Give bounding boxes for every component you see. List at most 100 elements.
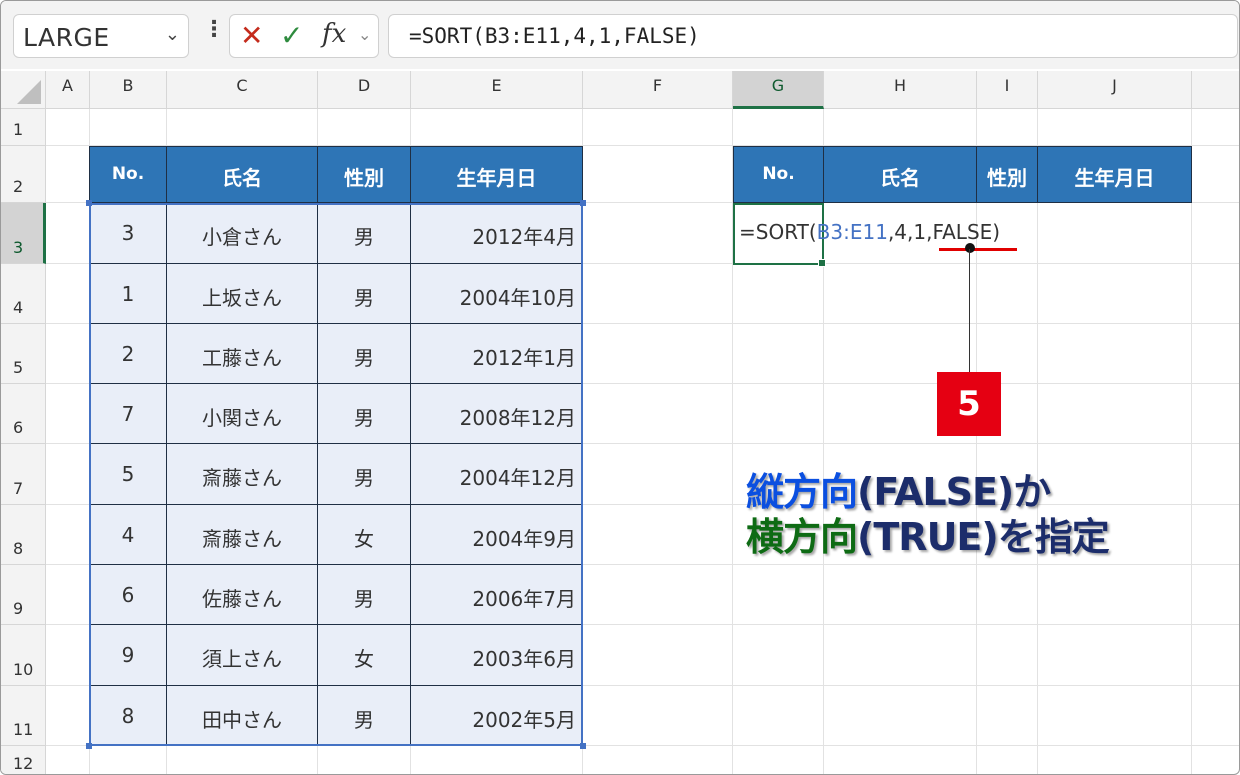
excel-window: LARGE ⌄ ⋮ ✕ ✓ fx ⌄ =SORT(B3:E11,4,1,FALS…	[0, 0, 1240, 775]
table-cell[interactable]: 男	[318, 264, 411, 324]
output-header-name[interactable]: 氏名	[824, 146, 977, 203]
table-cell[interactable]: 小関さん	[167, 384, 318, 444]
check-icon[interactable]: ✓	[280, 19, 303, 52]
table-cell[interactable]: 1	[89, 264, 167, 324]
gridline	[976, 109, 977, 774]
table-cell[interactable]: 8	[89, 686, 167, 746]
callout-horizontal: 横方向	[746, 515, 858, 559]
gridline	[1191, 109, 1192, 774]
connector-line	[969, 249, 970, 372]
table-cell[interactable]: 2003年6月	[411, 625, 583, 686]
formula-prefix: =SORT(	[739, 220, 817, 244]
table-cell[interactable]: 小倉さん	[167, 203, 318, 264]
column-header-g[interactable]: G	[733, 71, 824, 109]
formula-range-ref: B3:E11	[816, 220, 888, 244]
table-cell[interactable]: 上坂さん	[167, 264, 318, 324]
table-cell[interactable]: 女	[318, 505, 411, 565]
formula-bar: LARGE ⌄ ⋮ ✕ ✓ fx ⌄ =SORT(B3:E11,4,1,FALS…	[1, 1, 1239, 69]
select-all-button[interactable]	[1, 71, 46, 109]
table-cell[interactable]: 2006年7月	[411, 565, 583, 625]
output-header-gender[interactable]: 性別	[977, 146, 1038, 203]
table-cell[interactable]: 斎藤さん	[167, 505, 318, 565]
chevron-down-icon[interactable]: ⌄	[165, 24, 180, 45]
range-handle[interactable]	[86, 743, 92, 749]
row-header-5[interactable]: 5	[1, 324, 46, 384]
source-header-no[interactable]: No.	[89, 146, 167, 203]
name-box-value: LARGE	[23, 23, 110, 52]
table-cell[interactable]: 男	[318, 565, 411, 625]
table-cell[interactable]: 9	[89, 625, 167, 686]
row-header-7[interactable]: 7	[1, 444, 46, 505]
table-cell[interactable]: 2012年4月	[411, 203, 583, 264]
column-header-f[interactable]: F	[583, 71, 733, 109]
range-handle[interactable]	[86, 200, 92, 206]
table-cell[interactable]: 田中さん	[167, 686, 318, 746]
table-cell[interactable]: 男	[318, 203, 411, 264]
table-cell[interactable]: 男	[318, 324, 411, 384]
column-header-j[interactable]: J	[1038, 71, 1192, 109]
close-icon[interactable]: ✕	[240, 19, 263, 52]
expand-chevron-icon[interactable]: ⌄	[358, 25, 371, 44]
row-header-4[interactable]: 4	[1, 264, 46, 324]
row-header-10[interactable]: 10	[1, 625, 46, 686]
callout-true: (TRUE)を指定	[857, 515, 1110, 559]
table-cell[interactable]: 女	[318, 625, 411, 686]
table-cell[interactable]: 2002年5月	[411, 686, 583, 746]
formula-suffix: ,4,1,FALSE)	[887, 220, 1001, 244]
row-header-3[interactable]: 3	[1, 203, 46, 264]
column-header-h[interactable]: H	[824, 71, 977, 109]
table-cell[interactable]: 斎藤さん	[167, 444, 318, 505]
source-header-birth[interactable]: 生年月日	[411, 146, 583, 203]
table-cell[interactable]: 7	[89, 384, 167, 444]
table-cell[interactable]: 2004年9月	[411, 505, 583, 565]
table-cell[interactable]: 3	[89, 203, 167, 264]
row-header-12[interactable]: 12	[1, 746, 46, 774]
range-handle[interactable]	[580, 200, 586, 206]
source-header-name[interactable]: 氏名	[167, 146, 318, 203]
column-header-a[interactable]: A	[46, 71, 90, 109]
table-cell[interactable]: 4	[89, 505, 167, 565]
table-cell[interactable]: 2	[89, 324, 167, 384]
gridline	[1037, 109, 1038, 774]
formula-text: =SORT(B3:E11,4,1,FALSE)	[409, 24, 700, 48]
insert-function-icon[interactable]: fx	[322, 19, 346, 49]
column-header-c[interactable]: C	[167, 71, 318, 109]
range-handle[interactable]	[580, 743, 586, 749]
table-cell[interactable]: 佐藤さん	[167, 565, 318, 625]
formula-input[interactable]: =SORT(B3:E11,4,1,FALSE)	[388, 14, 1238, 58]
table-cell[interactable]: 2012年1月	[411, 324, 583, 384]
table-cell[interactable]: 須上さん	[167, 625, 318, 686]
column-header-d[interactable]: D	[318, 71, 411, 109]
table-cell[interactable]: 工藤さん	[167, 324, 318, 384]
output-header-birth[interactable]: 生年月日	[1038, 146, 1192, 203]
column-header-b[interactable]: B	[90, 71, 167, 109]
table-cell[interactable]: 2008年12月	[411, 384, 583, 444]
table-cell[interactable]: 男	[318, 686, 411, 746]
column-header-e[interactable]: E	[411, 71, 583, 109]
row-header-6[interactable]: 6	[1, 384, 46, 444]
row-header-11[interactable]: 11	[1, 686, 46, 746]
table-cell[interactable]: 男	[318, 384, 411, 444]
row-header-2[interactable]: 2	[1, 146, 46, 203]
more-options-icon[interactable]: ⋮	[203, 17, 225, 42]
table-cell[interactable]: 2004年10月	[411, 264, 583, 324]
table-cell[interactable]: 男	[318, 444, 411, 505]
highlight-underline	[939, 248, 1017, 251]
column-header-i[interactable]: I	[977, 71, 1038, 109]
table-cell[interactable]: 2004年12月	[411, 444, 583, 505]
column-header-k[interactable]	[1192, 71, 1239, 109]
name-box[interactable]: LARGE ⌄	[13, 14, 189, 58]
fill-handle[interactable]	[818, 259, 826, 267]
source-header-gender[interactable]: 性別	[318, 146, 411, 203]
callout-line-2: 横方向(TRUE)を指定	[746, 506, 1110, 561]
row-header-1[interactable]: 1	[1, 109, 46, 146]
table-cell[interactable]: 5	[89, 444, 167, 505]
step-number-badge: 5	[937, 372, 1001, 436]
connector-dot	[965, 243, 975, 253]
output-header-no[interactable]: No.	[733, 146, 824, 203]
row-header-8[interactable]: 8	[1, 505, 46, 565]
table-cell[interactable]: 6	[89, 565, 167, 625]
formula-buttons: ✕ ✓ fx ⌄	[229, 14, 379, 58]
row-header-9[interactable]: 9	[1, 565, 46, 625]
cell-formula-edit[interactable]: =SORT(B3:E11,4,1,FALSE)	[739, 220, 1000, 244]
